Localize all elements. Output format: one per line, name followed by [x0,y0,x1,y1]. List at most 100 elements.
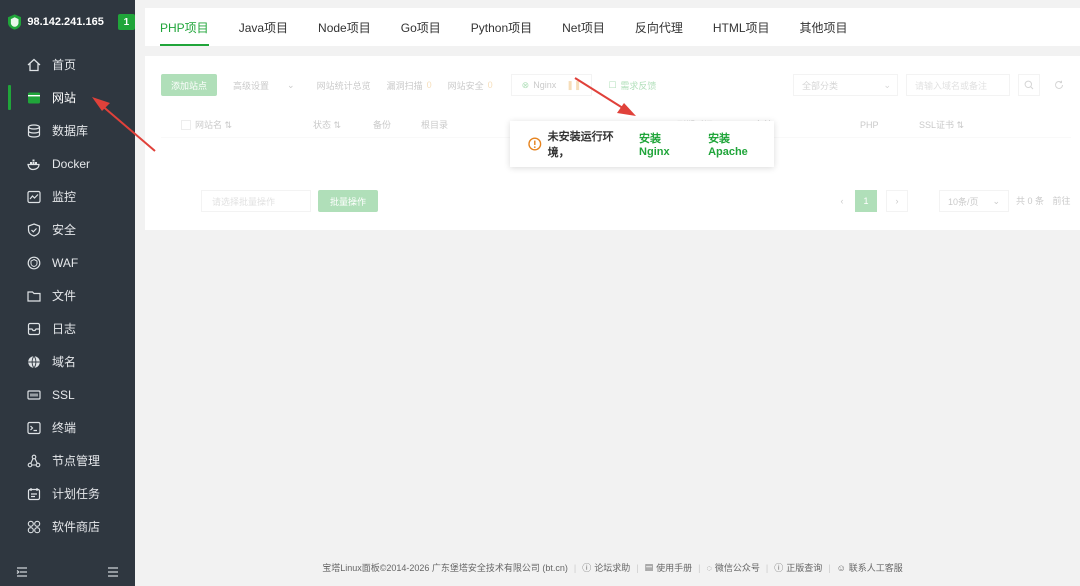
batch-select[interactable]: 请选择批量操作 [201,190,311,212]
sidebar-item-cron[interactable]: 计划任务 [0,477,135,510]
node-icon [26,453,42,469]
ssl-icon [26,387,42,403]
monitor-icon [26,189,42,205]
sidebar-item-label: 节点管理 [52,454,101,468]
chevron-down-icon: ⌄ [992,195,1001,206]
batch-button[interactable]: 批量操作 [318,190,379,212]
table-footer: 请选择批量操作 批量操作 ‹ 1 › 10条/页 ⌄ 共 0 条 前往 [161,190,1071,212]
search-input[interactable]: 请输入域名或备注 [906,74,1010,96]
goto-label: 前往 [1052,196,1071,206]
footer-link-license[interactable]: ⓘ 正版查询 [774,561,822,574]
site-toolbar: 添加站点 高级设置 ⌄ 网站统计总览 漏洞扫描 0 网站安全 0 ⊗ Nginx… [161,74,656,96]
select-all-checkbox[interactable] [181,119,191,130]
sidebar-item-store[interactable]: 软件商店 [0,510,135,543]
tab-node[interactable]: Node项目 [303,8,386,46]
vuln-count: 0 [426,80,432,90]
tab-other[interactable]: 其他项目 [785,8,863,46]
sidebar-item-terminal[interactable]: 终端 [0,411,135,444]
install-nginx-link[interactable]: 安装Nginx [639,130,690,158]
col-ssl[interactable]: SSL证书 ⇅ [919,118,964,131]
sidebar-item-label: 计划任务 [52,487,101,501]
menu-icon[interactable] [107,566,119,578]
sidebar-item-logs[interactable]: 日志 [0,312,135,345]
footer-link-manual[interactable]: ▤ 使用手册 [645,561,693,574]
sidebar-item-domains[interactable]: 域名 [0,345,135,378]
advanced-settings-dropdown[interactable]: 高级设置 ⌄ [233,79,295,92]
add-site-button[interactable]: 添加站点 [161,74,218,96]
tab-php[interactable]: PHP项目 [145,8,224,46]
tab-java[interactable]: Java项目 [224,8,303,46]
search-icon [1024,80,1034,90]
col-status[interactable]: 状态 ⇅ [313,118,341,131]
question-icon: ⓘ [582,563,592,573]
chevron-down-icon: ⌄ [287,79,295,90]
folder-icon [26,288,42,304]
sidebar-item-docker[interactable]: Docker [0,147,135,180]
col-backup: 备份 [373,120,392,130]
page-button[interactable]: 1 [855,190,877,212]
server-ip: 98.142.241.165 [27,16,104,28]
install-apache-link[interactable]: 安装Apache [708,130,768,158]
site-stats-button[interactable]: 网站统计总览 [317,79,371,92]
collapse-menu-icon[interactable] [16,566,28,578]
sidebar-item-label: 监控 [52,190,77,204]
store-icon [26,519,42,535]
footer-link-forum[interactable]: ⓘ 论坛求助 [582,561,630,574]
server-brand[interactable]: 98.142.241.165 1 [0,0,135,44]
site-security-button[interactable]: 网站安全 0 [448,79,493,92]
sidebar-item-label: 域名 [52,355,77,369]
col-site-name[interactable]: 网站名 ⇅ [195,118,232,131]
docker-icon [26,156,42,172]
sidebar: 98.142.241.165 1 首页 网站 数据库 Docker 监控 安全 [0,0,135,586]
search-button[interactable] [1018,74,1040,96]
sidebar-item-files[interactable]: 文件 [0,279,135,312]
env-warning-popup: 未安装运行环境， 安装Nginx 安装Apache [510,121,774,167]
sidebar-item-label: Docker [52,156,91,171]
globe-icon [26,354,42,370]
warning-icon [528,137,542,151]
sidebar-item-monitor[interactable]: 监控 [0,180,135,213]
tab-reverse-proxy[interactable]: 反向代理 [620,8,698,46]
prev-page-button[interactable]: ‹ [831,190,853,212]
sidebar-item-waf[interactable]: WAF [0,246,135,279]
website-icon [26,90,42,106]
tab-go[interactable]: Go项目 [386,8,456,46]
category-select[interactable]: 全部分类 ⌄ [793,74,898,96]
footer-link-support[interactable]: ☺ 联系人工客服 [837,561,903,574]
sidebar-item-home[interactable]: 首页 [0,48,135,81]
per-page-select[interactable]: 10条/页 ⌄ [939,190,1009,212]
refresh-button[interactable] [1048,74,1070,96]
info-icon: ⓘ [774,563,784,573]
shield-icon [26,222,42,238]
sidebar-item-label: 数据库 [52,124,89,138]
waf-icon [26,255,42,271]
feedback-link[interactable]: ☐ 需求反馈 [608,79,656,92]
project-tabs: PHP项目 Java项目 Node项目 Go项目 Python项目 Net项目 … [145,8,1080,46]
tab-html[interactable]: HTML项目 [698,8,785,46]
nginx-status[interactable]: ⊗ Nginx ❚❚ [510,74,593,96]
support-icon: ☺ [836,562,846,573]
sidebar-item-website[interactable]: 网站 [0,81,135,114]
database-icon [26,123,42,139]
vuln-scan-button[interactable]: 漏洞扫描 0 [387,79,432,92]
page-footer: 宝塔Linux面板©2014-2026 广东堡塔安全技术有限公司 (bt.cn)… [322,561,903,574]
warning-message: 未安装运行环境， [547,131,614,159]
server-badge[interactable]: 1 [117,14,135,30]
sidebar-item-label: 文件 [52,289,77,303]
sidebar-item-label: WAF [52,255,79,270]
log-icon [26,321,42,337]
next-page-button[interactable]: › [886,190,908,212]
filter-tools: 全部分类 ⌄ 请输入域名或备注 [793,74,1070,96]
sidebar-item-database[interactable]: 数据库 [0,114,135,147]
sidebar-item-label: SSL [52,387,75,402]
footer-link-wechat[interactable]: ◌ 微信公众号 [706,561,759,574]
sidebar-item-ssl[interactable]: SSL [0,378,135,411]
sidebar-item-nodes[interactable]: 节点管理 [0,444,135,477]
tab-net[interactable]: Net项目 [547,8,620,46]
calendar-icon [26,486,42,502]
tab-python[interactable]: Python项目 [456,8,547,46]
bt-logo-icon [8,14,22,30]
pause-icon[interactable]: ❚❚ [566,80,581,91]
sidebar-item-label: 日志 [52,322,77,336]
sidebar-item-security[interactable]: 安全 [0,213,135,246]
